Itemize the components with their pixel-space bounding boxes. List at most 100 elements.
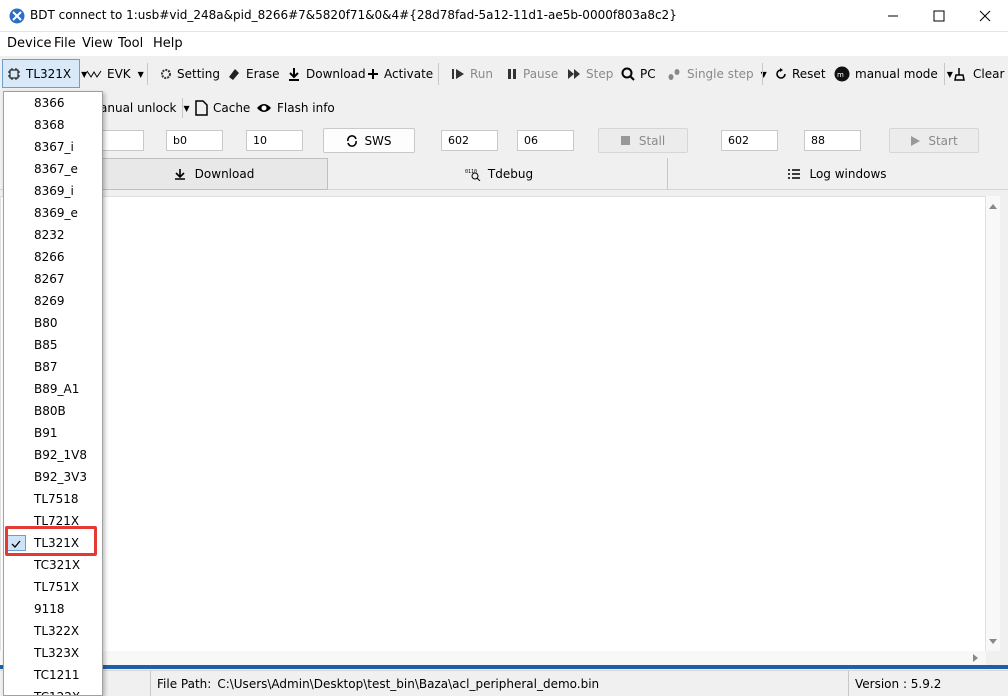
status-file-path: File Path: C:\Users\Admin\Desktop\test_b… xyxy=(150,671,848,696)
dropdown-item-8232[interactable]: 8232 xyxy=(4,224,102,246)
mode-icon: m xyxy=(834,66,850,82)
dropdown-item-b80b[interactable]: B80B xyxy=(4,400,102,422)
menu-tool[interactable]: Tool xyxy=(118,36,143,51)
sws-label: SWS xyxy=(364,133,392,148)
title-bar: BDT connect to 1:usb#vid_248a&pid_8266#7… xyxy=(0,0,1008,32)
version-label: Version : 5.9.2 xyxy=(855,677,942,691)
dropdown-item-8269[interactable]: 8269 xyxy=(4,290,102,312)
dropdown-item-tc122x[interactable]: TC122X xyxy=(4,686,102,695)
erase-button[interactable]: Erase xyxy=(227,57,280,91)
download-label: Download xyxy=(306,67,366,81)
pc-button[interactable]: PC xyxy=(621,57,656,91)
output-panel[interactable] xyxy=(0,196,986,666)
field-0[interactable] xyxy=(100,130,144,151)
close-icon xyxy=(979,10,991,22)
svg-text:m: m xyxy=(837,71,844,79)
dropdown-item-b92-3v3[interactable]: B92_3V3 xyxy=(4,466,102,488)
dropdown-item-tl323x[interactable]: TL323X xyxy=(4,642,102,664)
play-icon xyxy=(911,135,921,146)
dropdown-item-8367-e[interactable]: 8367_e xyxy=(4,158,102,180)
manual-mode-label: manual mode xyxy=(855,67,938,81)
menu-view[interactable]: View xyxy=(82,36,113,51)
close-button[interactable] xyxy=(962,0,1008,32)
register-field-row: b0 10 SWS 602 06 Stall 602 88 Start xyxy=(0,126,1008,156)
window-title: BDT connect to 1:usb#vid_248a&pid_8266#7… xyxy=(30,8,677,22)
maximize-icon xyxy=(933,10,945,22)
reset-icon xyxy=(776,68,786,79)
chip-select-label: TL321X xyxy=(26,67,72,81)
menu-device[interactable]: Device xyxy=(7,36,51,51)
list-icon xyxy=(788,169,801,179)
menu-file[interactable]: File xyxy=(54,36,76,51)
field-3[interactable]: 602 xyxy=(441,130,498,151)
file-icon xyxy=(195,100,208,116)
reset-button[interactable]: Reset xyxy=(775,57,826,91)
field-5[interactable]: 602 xyxy=(721,130,778,151)
step-label: Step xyxy=(586,67,614,81)
single-step-button[interactable]: Single step ▼ xyxy=(666,57,767,91)
manual-mode-button[interactable]: m manual mode ▼ xyxy=(834,57,953,91)
chip-dropdown-menu: 8366 8368 8367_i 8367_e 8369_i 8369_e 82… xyxy=(3,91,103,696)
stall-button[interactable]: Stall xyxy=(598,128,688,153)
dropdown-item-b91[interactable]: B91 xyxy=(4,422,102,444)
scroll-down-icon xyxy=(989,639,997,644)
setting-button[interactable]: Setting xyxy=(160,57,220,91)
tab-log-windows[interactable]: Log windows xyxy=(668,158,1006,190)
minimize-button[interactable] xyxy=(870,0,916,32)
footsteps-icon xyxy=(668,69,680,80)
chip-select[interactable]: TL321X ▼ xyxy=(7,57,87,91)
progress-bar xyxy=(0,665,1008,669)
dropdown-item-b87[interactable]: B87 xyxy=(4,356,102,378)
dropdown-item-tl751x[interactable]: TL751X xyxy=(4,576,102,598)
tab-download[interactable]: Download xyxy=(100,158,328,190)
dropdown-item-8369-i[interactable]: 8369_i xyxy=(4,180,102,202)
field-4[interactable]: 06 xyxy=(517,130,574,151)
flash-info-label: Flash info xyxy=(277,101,335,115)
cache-button[interactable]: Cache xyxy=(194,92,250,124)
dropdown-item-b80[interactable]: B80 xyxy=(4,312,102,334)
evk-button[interactable]: EVK ▼ xyxy=(86,57,144,91)
dropdown-item-tc1211[interactable]: TC1211 xyxy=(4,664,102,686)
field-6[interactable]: 88 xyxy=(804,130,861,151)
field-1[interactable]: b0 xyxy=(166,130,223,151)
sws-button[interactable]: SWS xyxy=(323,128,415,153)
pause-label: Pause xyxy=(523,67,559,81)
maximize-button[interactable] xyxy=(916,0,962,32)
tab-bar: Download 0110 Tdebug Log windows xyxy=(0,158,1008,190)
dropdown-item-8367-i[interactable]: 8367_i xyxy=(4,136,102,158)
dropdown-item-8266[interactable]: 8266 xyxy=(4,246,102,268)
field-2[interactable]: 10 xyxy=(246,130,303,151)
eye-icon xyxy=(257,104,271,112)
dropdown-item-tl322x[interactable]: TL322X xyxy=(4,620,102,642)
minimize-icon xyxy=(888,15,898,17)
run-button[interactable]: Run xyxy=(451,57,493,91)
step-button[interactable]: Step xyxy=(567,57,613,91)
activate-button[interactable]: Activate xyxy=(367,57,433,91)
clear-button[interactable]: Clear xyxy=(954,57,1004,91)
flash-info-button[interactable]: Flash info xyxy=(256,92,335,124)
dropdown-item-8368[interactable]: 8368 xyxy=(4,114,102,136)
menu-help[interactable]: Help xyxy=(153,36,183,51)
start-button[interactable]: Start xyxy=(889,128,979,153)
dropdown-item-b92-1v8[interactable]: B92_1V8 xyxy=(4,444,102,466)
manual-unlock-label: anual unlock xyxy=(100,101,177,115)
dropdown-item-tl7518[interactable]: TL7518 xyxy=(4,488,102,510)
erase-label: Erase xyxy=(246,67,280,81)
horizontal-scrollbar[interactable] xyxy=(0,651,986,665)
dropdown-item-b85[interactable]: B85 xyxy=(4,334,102,356)
dropdown-item-9118[interactable]: 9118 xyxy=(4,598,102,620)
dropdown-item-tc321x[interactable]: TC321X xyxy=(4,554,102,576)
vertical-scrollbar[interactable] xyxy=(986,196,1000,651)
dropdown-item-b89-a1[interactable]: B89_A1 xyxy=(4,378,102,400)
manual-unlock-button[interactable]: anual unlock ▼ xyxy=(100,92,190,124)
pause-button[interactable]: Pause xyxy=(506,57,558,91)
tab-tdebug[interactable]: 0110 Tdebug xyxy=(331,158,668,190)
dropdown-item-8267[interactable]: 8267 xyxy=(4,268,102,290)
dropdown-item-8369-e[interactable]: 8369_e xyxy=(4,202,102,224)
chevron-down-icon: ▼ xyxy=(137,69,144,79)
dropdown-item-8366[interactable]: 8366 xyxy=(4,92,102,114)
single-step-label: Single step xyxy=(687,67,754,81)
download-icon xyxy=(174,169,185,180)
download-button[interactable]: Download xyxy=(287,57,366,91)
menu-bar: Device File View Tool Help xyxy=(0,32,1008,56)
